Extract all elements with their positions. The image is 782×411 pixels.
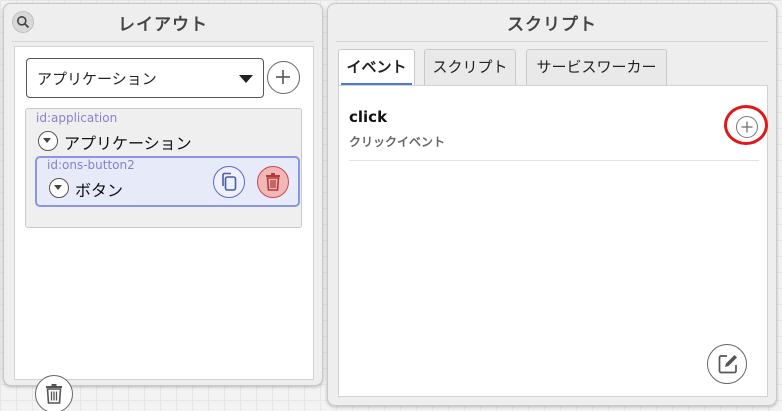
caret-down-icon — [239, 75, 253, 83]
chevron-down-circle-icon[interactable] — [49, 178, 69, 198]
plus-icon — [276, 70, 290, 84]
plus-icon — [741, 121, 753, 133]
title-divider — [336, 41, 768, 42]
layout-panel: レイアウト アプリケーション id:application アプリケーション i… — [3, 3, 323, 411]
add-event-button[interactable] — [736, 116, 758, 138]
delete-layout-button[interactable] — [35, 375, 73, 411]
trash-icon — [46, 384, 62, 404]
layout-panel-title: レイアウト — [118, 15, 208, 35]
tab-script[interactable]: スクリプト — [424, 49, 516, 85]
script-panel-title: スクリプト — [507, 15, 597, 35]
edit-script-button[interactable] — [707, 344, 747, 384]
add-layout-button[interactable] — [267, 61, 300, 94]
event-description: クリックイベント — [349, 135, 446, 149]
trash-icon — [266, 173, 280, 191]
delete-node-button[interactable] — [257, 166, 289, 198]
copy-node-button[interactable] — [213, 166, 245, 198]
layout-tree-container: アプリケーション id:application アプリケーション id:ons-… — [14, 46, 314, 411]
event-list-container: click クリックイベント — [338, 85, 768, 397]
tree-node-id: id:ons-button2 — [47, 158, 135, 172]
layout-root-select[interactable]: アプリケーション — [26, 58, 264, 98]
chevron-down-circle-icon[interactable] — [38, 131, 58, 151]
event-name: click — [349, 108, 388, 126]
event-row: click クリックイベント — [349, 105, 768, 161]
tree-node-label[interactable]: アプリケーション — [64, 130, 192, 154]
copy-icon — [222, 172, 237, 191]
layout-tree: id:application アプリケーション id:ons-button2 ボ… — [25, 108, 302, 228]
tab-event[interactable]: イベント — [338, 49, 415, 85]
tab-service-worker[interactable]: サービスワーカー — [526, 49, 667, 85]
tree-node-id: id:application — [36, 111, 118, 125]
edit-icon — [718, 355, 737, 374]
add-event-highlight — [724, 105, 768, 145]
tree-node-label[interactable]: ボタン — [75, 177, 123, 201]
tree-node-selected[interactable]: id:ons-button2 ボタン — [35, 156, 300, 207]
title-divider — [12, 41, 314, 42]
script-panel: スクリプト イベント スクリプト サービスワーカー click クリックイベント — [327, 3, 777, 406]
layout-root-select-value: アプリケーション — [37, 70, 157, 88]
